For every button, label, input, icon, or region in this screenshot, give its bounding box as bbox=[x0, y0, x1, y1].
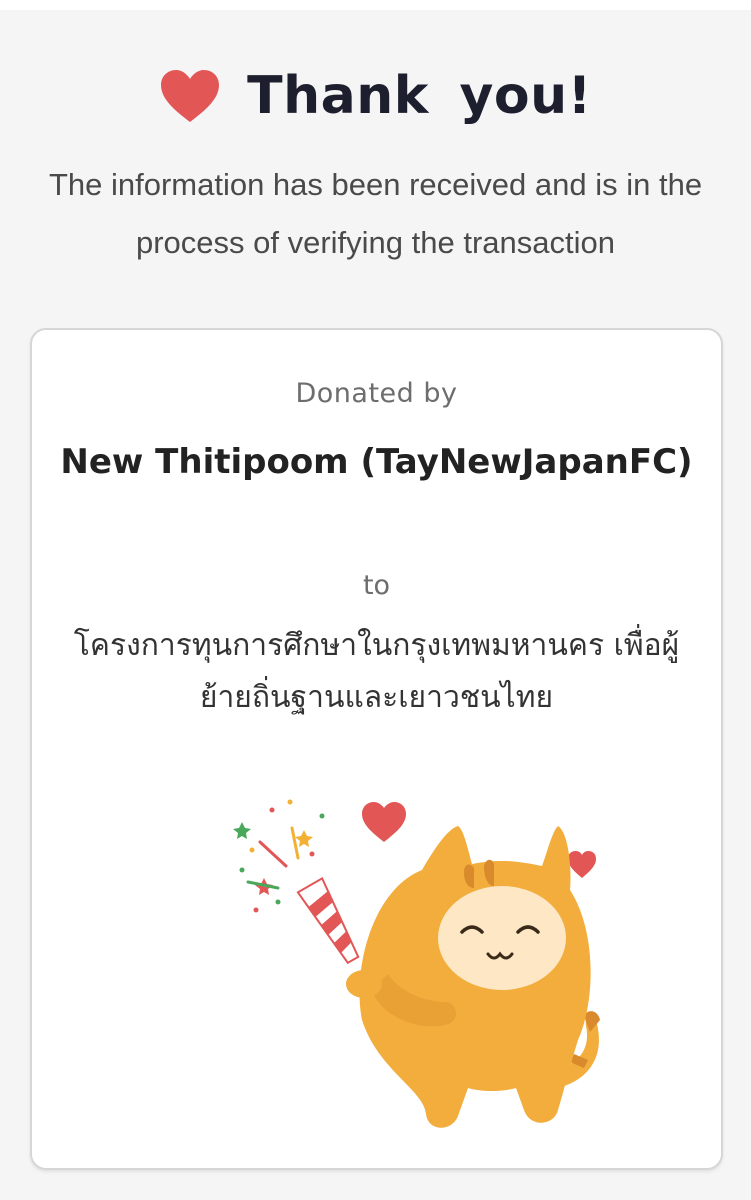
page-title: Thank you! bbox=[247, 66, 592, 126]
donated-by-label: Donated by bbox=[295, 378, 458, 409]
project-name: โครงการทุนการศึกษาในกรุงเทพมหานคร เพื่อผ… bbox=[73, 628, 680, 715]
donation-card: Donated by New Thitipoom (TayNewJapanFC)… bbox=[30, 328, 723, 1170]
donor-name: New Thitipoom (TayNewJapanFC) bbox=[60, 442, 693, 482]
header: Thank you! bbox=[0, 56, 751, 136]
heart-icon bbox=[161, 70, 220, 122]
heart-icon bbox=[362, 802, 406, 842]
confirmation-message: The information has been received and is… bbox=[48, 167, 703, 260]
page-background: Thank you! The information has been rece… bbox=[0, 10, 751, 1200]
to-label: to bbox=[362, 570, 391, 601]
celebrating-cat-illustration bbox=[233, 799, 600, 1128]
heart-icon bbox=[568, 851, 596, 878]
